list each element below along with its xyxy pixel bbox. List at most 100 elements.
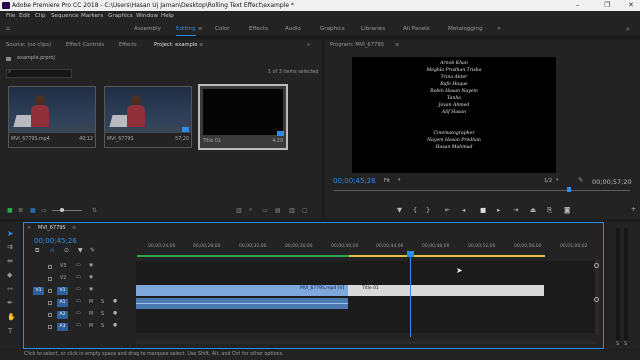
slip-tool-icon[interactable]: ⇿ [7,285,13,293]
sort-icon[interactable]: ⇅ [92,207,97,214]
delete-icon[interactable]: ▢ [302,207,308,214]
track-area[interactable] [136,261,598,333]
mute-button[interactable]: M [89,312,93,317]
more-workspaces-icon[interactable]: » [497,21,501,37]
more-tabs-icon[interactable]: » [307,40,310,51]
add-marker-icon[interactable]: ▼ [78,247,83,254]
workspace-effects[interactable]: Effects [249,21,268,37]
chevron-down-icon[interactable]: ▾ [398,177,401,183]
zoom-slider[interactable] [52,210,82,211]
insert-nest-icon[interactable]: ⧉ [35,247,39,255]
close-button[interactable]: ✕ [628,0,634,11]
workspace-all-panels[interactable]: All Panels [403,21,430,37]
track-name[interactable]: A2 [57,311,68,319]
stop-icon[interactable]: ■ [480,206,486,214]
new-bin-icon[interactable]: ▭ [262,207,268,214]
menu-file[interactable]: File [6,11,15,21]
tab-menu-icon[interactable]: ≡ [199,40,203,51]
microphone-icon[interactable]: ● [113,323,117,328]
hand-tool-icon[interactable]: ✋ [7,313,16,321]
timeline-tab[interactable]: MVI_6779S [38,225,66,231]
mute-button[interactable]: M [89,324,93,329]
menu-graphics[interactable]: Graphics [108,11,133,21]
lock-track-icon[interactable] [48,265,52,269]
add-button-icon[interactable]: + [631,205,636,213]
tab-menu-icon[interactable]: ≡ [395,40,399,51]
workspace-assembly[interactable]: Assembly [134,21,161,37]
menu-markers[interactable]: Markers [81,11,103,21]
maximize-button[interactable]: ❐ [604,0,610,11]
scrollbar-handle[interactable] [594,263,599,268]
solo-button[interactable]: S [624,341,627,347]
track-name[interactable]: V1 [57,287,68,295]
title-clip[interactable]: Title 01 [348,285,544,296]
menu-help[interactable]: Help [161,11,174,21]
track-select-tool-icon[interactable]: ⇉ [7,243,13,251]
solo-button[interactable]: S [616,341,619,347]
lock-track-icon[interactable] [48,301,52,305]
solo-button[interactable]: S [101,324,104,329]
lift-icon[interactable]: ⏏ [530,206,536,214]
lock-track-icon[interactable] [48,277,52,281]
minimize-button[interactable]: – [576,0,580,11]
clear-icon[interactable]: ▥ [289,207,295,214]
step-forward-icon[interactable]: ▸ [497,206,500,214]
sync-lock-icon[interactable]: ▭ [76,323,81,328]
project-search-input[interactable] [6,69,72,78]
snap-icon[interactable]: ∩ [50,247,54,254]
sync-lock-icon[interactable]: ▭ [76,311,81,316]
pen-tool-icon[interactable]: ✒ [7,299,13,307]
razor-tool-icon[interactable]: ◆ [7,271,12,279]
eye-icon[interactable]: ◉ [89,287,93,292]
wrench-icon[interactable]: ✎ [578,176,583,184]
project-item-thumbnail-selected[interactable]: Title 01 4;29 [198,84,288,150]
track-name[interactable]: A3 [57,323,68,331]
search-icon[interactable]: ⌕ [626,21,630,37]
workspace-menu-icon[interactable]: ≡ [198,21,202,37]
icon-view-icon[interactable]: ▦ [30,207,36,214]
mark-in-icon[interactable]: { [413,206,417,214]
program-playhead-timecode[interactable]: 00;00;45;26 [333,177,376,185]
home-icon[interactable]: ⌂ [6,21,10,37]
step-back-icon[interactable]: ◂ [462,206,465,214]
linked-selection-icon[interactable]: ⊙ [64,247,69,254]
menu-edit[interactable]: Edit [19,11,30,21]
mute-button[interactable]: M [89,300,93,305]
eye-icon[interactable]: ◉ [89,275,93,280]
program-monitor-tab[interactable]: Program: MVI_6779S [330,40,384,51]
time-ruler[interactable]: 00;00;24;00 00;00;28;00 00;00;32;00 00;0… [136,237,598,257]
resolution-dropdown[interactable]: 1/2 [544,178,552,184]
track-name[interactable]: A1 [57,299,68,307]
new-item-icon[interactable]: ▤ [275,207,281,214]
lock-track-icon[interactable] [48,313,52,317]
menu-sequence[interactable]: Sequence [51,11,79,21]
timeline-playhead-timecode[interactable]: 00;00;45;26 [34,237,77,245]
close-tab-icon[interactable]: ✕ [27,225,31,231]
tab-source[interactable]: Source: (no clips) [6,40,51,51]
chevron-down-icon[interactable]: ▾ [556,177,559,183]
sync-lock-icon[interactable]: ▭ [76,263,81,268]
extract-icon[interactable]: ⎘ [547,206,552,215]
tab-effect-controls[interactable]: Effect Controls [66,40,104,51]
project-item-thumbnail[interactable]: MVI_6779S.mp4 40;12 [8,86,96,148]
workspace-color[interactable]: Color [215,21,230,37]
ripple-edit-tool-icon[interactable]: ⇹ [7,257,13,265]
zoom-slider-handle[interactable] [60,208,64,212]
tab-menu-icon[interactable]: ≡ [72,225,76,231]
solo-button[interactable]: S [101,312,104,317]
automate-to-sequence-icon[interactable]: ▥ [236,207,242,214]
menu-clip[interactable]: Clip [35,11,46,21]
go-to-in-icon[interactable]: ⇤ [445,206,450,214]
microphone-icon[interactable]: ● [113,299,117,304]
lock-track-icon[interactable] [48,289,52,293]
timeline-settings-icon[interactable]: ✎ [90,247,95,254]
menu-window[interactable]: Window [136,11,158,21]
lock-icon[interactable]: ■ [7,207,13,214]
timeline-playhead-handle[interactable] [407,251,414,257]
sync-lock-icon[interactable]: ▭ [76,299,81,304]
mark-out-icon[interactable]: } [426,206,430,214]
go-to-out-icon[interactable]: ⇥ [513,206,518,214]
freeform-view-icon[interactable]: ▭ [41,207,47,214]
selection-tool-icon[interactable]: ➤ [7,229,14,238]
export-frame-icon[interactable]: ◙ [564,206,570,214]
